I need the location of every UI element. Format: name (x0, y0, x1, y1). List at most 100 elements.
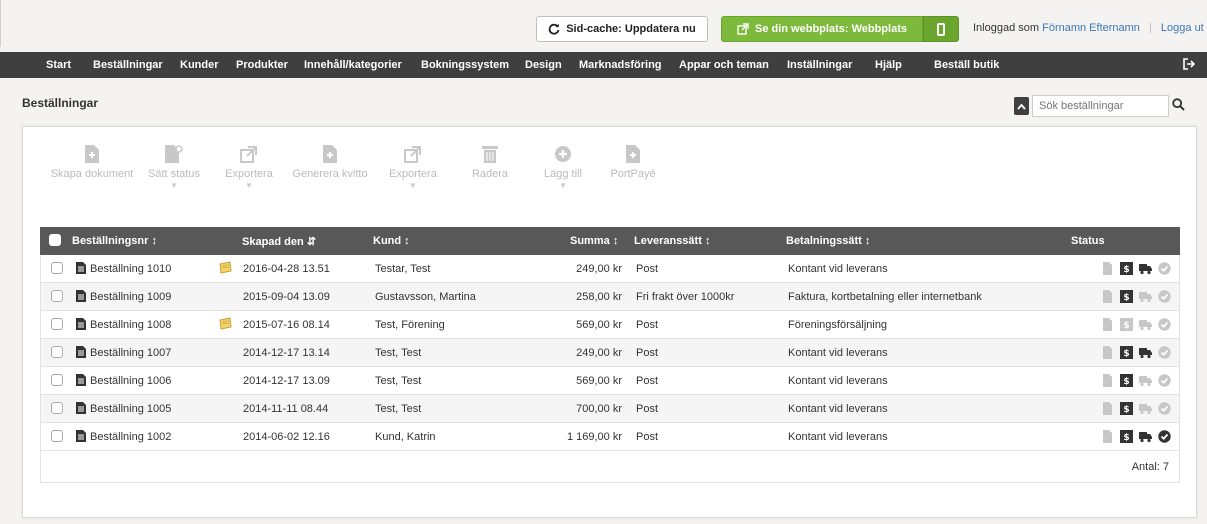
table-row[interactable]: Beställning 1006 2014-12-17 13.09 Test, Te… (40, 367, 1180, 395)
customer-link[interactable]: Kund, Katrin (375, 431, 436, 443)
col-created[interactable]: Skapad den ⇵ (242, 235, 316, 248)
check-circle-icon[interactable] (1158, 374, 1171, 387)
user-name-link[interactable]: Förnamn Efternamn (1042, 22, 1140, 34)
document-status-icon[interactable] (1101, 262, 1114, 275)
document-status-icon[interactable] (1101, 402, 1114, 415)
order-link[interactable]: Beställning 1002 (90, 431, 171, 443)
nav-content[interactable]: Innehåll/kategorier (304, 59, 402, 71)
nav-settings[interactable]: Inställningar (787, 59, 852, 71)
col-payment[interactable]: Betalningssätt ↕ (786, 235, 870, 247)
delete-button[interactable]: Radera (463, 145, 517, 180)
note-icon[interactable] (219, 317, 232, 333)
row-checkbox[interactable] (51, 402, 63, 414)
logout-link[interactable]: Logga ut (1161, 22, 1204, 34)
col-delivery[interactable]: Leveranssätt ↕ (634, 235, 710, 247)
generate-receipt-label: Generera kvitto (292, 168, 368, 180)
check-circle-icon[interactable] (1158, 318, 1171, 331)
row-checkbox[interactable] (51, 318, 63, 330)
payment-status-icon[interactable]: $ (1120, 290, 1133, 303)
col-sum[interactable]: Summa ↕ (570, 235, 618, 247)
order-link[interactable]: Beställning 1005 (90, 403, 171, 415)
check-circle-icon[interactable] (1158, 402, 1171, 415)
check-circle-icon[interactable] (1158, 262, 1171, 275)
row-checkbox[interactable] (51, 262, 63, 274)
add-button[interactable]: Lägg till ▼ (535, 145, 591, 190)
col-order-no[interactable]: Beställningsnr ↕ (72, 235, 157, 247)
check-circle-icon[interactable] (1158, 346, 1171, 359)
order-link[interactable]: Beställning 1009 (90, 291, 171, 303)
nav-design[interactable]: Design (525, 59, 562, 71)
exit-icon[interactable] (1183, 58, 1195, 70)
nav-order-shop[interactable]: Beställ butik (934, 59, 999, 71)
row-checkbox[interactable] (51, 290, 63, 302)
row-checkbox[interactable] (51, 374, 63, 386)
nav-start[interactable]: Start (46, 59, 71, 71)
create-document-button[interactable]: Skapa dokument (47, 145, 137, 180)
export-button[interactable]: Exportera ▼ (219, 145, 279, 190)
document-status-icon[interactable] (1101, 346, 1114, 359)
truck-icon[interactable] (1139, 346, 1152, 359)
nav-orders[interactable]: Beställningar (93, 59, 163, 71)
check-circle-icon[interactable] (1158, 430, 1171, 443)
document-status-icon[interactable] (1101, 430, 1114, 443)
note-icon[interactable] (219, 261, 232, 277)
nav-marketing[interactable]: Marknadsföring (579, 59, 662, 71)
table-row[interactable]: Beställning 1009 2015-09-04 13.09 Gustavss… (40, 283, 1180, 311)
customer-link[interactable]: Test, Test (375, 403, 421, 415)
nav-apps[interactable]: Appar och teman (679, 59, 769, 71)
payment-status-icon[interactable]: $ (1120, 346, 1133, 359)
table-row[interactable]: Beställning 1007 2014-12-17 13.14 Test, Te… (40, 339, 1180, 367)
truck-icon[interactable] (1139, 430, 1152, 443)
search-input[interactable] (1032, 95, 1169, 117)
table-row[interactable]: Beställning 1010 2016-04-28 13.51 Testar, … (40, 255, 1180, 283)
document-status-icon[interactable] (1101, 290, 1114, 303)
search-icon[interactable] (1172, 98, 1185, 111)
payment-status-icon[interactable]: $ (1120, 374, 1133, 387)
customer-link[interactable]: Test, Test (375, 347, 421, 359)
nav-help[interactable]: Hjälp (875, 59, 902, 71)
export-button-2[interactable]: Exportera ▼ (383, 145, 443, 190)
nav-customers[interactable]: Kunder (180, 59, 219, 71)
set-status-button[interactable]: Sätt status ▼ (141, 145, 207, 190)
row-checkbox[interactable] (51, 346, 63, 358)
document-status-icon[interactable] (1101, 318, 1114, 331)
caret-down-icon: ▼ (409, 181, 417, 190)
customer-link[interactable]: Gustavsson, Martina (375, 291, 476, 303)
table-row[interactable]: Beställning 1008 2015-07-16 08.14 Test, Fö… (40, 311, 1180, 339)
mobile-preview-button[interactable] (923, 16, 959, 42)
order-link[interactable]: Beställning 1008 (90, 319, 171, 331)
generate-receipt-button[interactable]: Generera kvitto (285, 145, 375, 180)
truck-icon[interactable] (1139, 374, 1152, 387)
customer-link[interactable]: Test, Test (375, 375, 421, 387)
order-link[interactable]: Beställning 1007 (90, 347, 171, 359)
nav-products[interactable]: Produkter (236, 59, 288, 71)
cache-refresh-button[interactable]: Sid-cache: Uppdatera nu (536, 16, 708, 42)
col-customer[interactable]: Kund ↕ (373, 235, 410, 247)
svg-text:$: $ (1123, 405, 1129, 415)
truck-icon[interactable] (1139, 402, 1152, 415)
payment-status-icon[interactable]: $ (1120, 402, 1133, 415)
document-status-icon[interactable] (1101, 374, 1114, 387)
table-row[interactable]: Beställning 1002 2014-06-02 12.16 Kund, Ka… (40, 423, 1180, 451)
row-checkbox[interactable] (51, 430, 63, 442)
truck-icon[interactable] (1139, 262, 1152, 275)
search-toggle-button[interactable] (1014, 97, 1029, 115)
portpaye-button[interactable]: PortPayé (605, 145, 661, 180)
customer-link[interactable]: Testar, Test (375, 263, 430, 275)
payment-status-icon[interactable]: $ (1120, 318, 1133, 331)
nav-booking[interactable]: Bokningssystem (421, 59, 509, 71)
payment-method: Kontant vid leverans (788, 375, 888, 387)
truck-icon[interactable] (1139, 318, 1152, 331)
order-link[interactable]: Beställning 1006 (90, 375, 171, 387)
order-sum: 569,00 kr (576, 319, 622, 331)
select-all-checkbox[interactable] (49, 234, 61, 246)
table-row[interactable]: Beställning 1005 2014-11-11 08.44 Test, Te… (40, 395, 1180, 423)
check-circle-icon[interactable] (1158, 290, 1171, 303)
payment-status-icon[interactable]: $ (1120, 262, 1133, 275)
order-link[interactable]: Beställning 1010 (90, 263, 171, 275)
truck-icon[interactable] (1139, 290, 1152, 303)
export-icon (404, 146, 421, 163)
view-site-button[interactable]: Se din webbplats: Webbplats (721, 16, 923, 42)
customer-link[interactable]: Test, Förening (375, 319, 445, 331)
payment-status-icon[interactable]: $ (1120, 430, 1133, 443)
